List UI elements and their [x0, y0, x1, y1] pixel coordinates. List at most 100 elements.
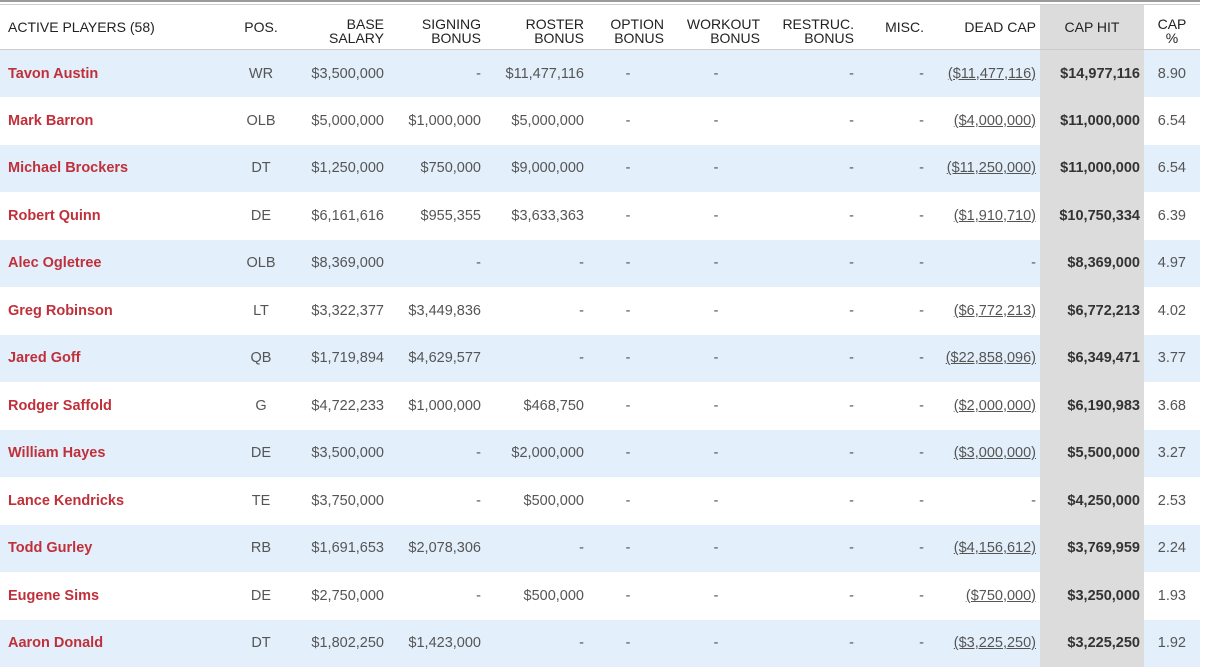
cap-pct-cell: 3.68	[1144, 382, 1200, 430]
base-salary-cell: $3,322,377	[290, 287, 388, 335]
position-cell: QB	[232, 335, 290, 383]
dead-cap-link[interactable]: ($3,000,000)	[954, 445, 1036, 461]
player-name-link[interactable]: Lance Kendricks	[8, 493, 124, 509]
player-name-link[interactable]: Tavon Austin	[8, 66, 98, 82]
signing-bonus-cell: $2,078,306	[388, 525, 485, 573]
dead-cap-link[interactable]: ($6,772,213)	[954, 303, 1036, 319]
dead-cap-link[interactable]: ($2,000,000)	[954, 398, 1036, 414]
dead-cap-link[interactable]: ($4,156,612)	[954, 540, 1036, 556]
option-bonus-cell: -	[588, 430, 668, 478]
position-cell: OLB	[232, 97, 290, 145]
workout-bonus-cell: -	[668, 572, 764, 620]
header-option-bonus[interactable]: OPTIONBONUS	[588, 5, 668, 50]
misc-cell: -	[858, 620, 928, 667]
base-salary-cell: $1,802,250	[290, 620, 388, 667]
dead-cap-link[interactable]: ($11,477,116)	[948, 66, 1036, 82]
player-name-link[interactable]: Todd Gurley	[8, 540, 92, 556]
signing-bonus-cell: $750,000	[388, 145, 485, 193]
position-cell: WR	[232, 50, 290, 98]
header-roster-bonus[interactable]: ROSTERBONUS	[485, 5, 588, 50]
position-cell: DT	[232, 145, 290, 193]
header-workout-bonus-line2: BONUS	[710, 30, 760, 46]
cap-pct-cell: 2.53	[1144, 477, 1200, 525]
roster-bonus-cell: -	[485, 335, 588, 383]
roster-bonus-cell: -	[485, 525, 588, 573]
cap-hit-cell: $3,250,000	[1040, 572, 1144, 620]
cap-hit-cell: $6,772,213	[1040, 287, 1144, 335]
cap-hit-cell: $3,225,250	[1040, 620, 1144, 667]
header-cap-hit[interactable]: CAP HIT	[1040, 5, 1144, 50]
misc-cell: -	[858, 572, 928, 620]
header-dead-cap[interactable]: DEAD CAP	[928, 5, 1040, 50]
dead-cap-cell: -	[928, 477, 1040, 525]
cap-hit-cell: $10,750,334	[1040, 192, 1144, 240]
header-pos[interactable]: POS.	[232, 5, 290, 50]
header-restruc-bonus[interactable]: RESTRUC.BONUS	[764, 5, 858, 50]
player-name-link[interactable]: Rodger Saffold	[8, 398, 112, 414]
position-cell: RB	[232, 525, 290, 573]
header-active-players[interactable]: ACTIVE PLAYERS (58)	[0, 5, 232, 50]
header-misc[interactable]: MISC.	[858, 5, 928, 50]
position-cell: DE	[232, 572, 290, 620]
workout-bonus-cell: -	[668, 192, 764, 240]
restruc-bonus-cell: -	[764, 525, 858, 573]
roster-bonus-cell: $500,000	[485, 572, 588, 620]
option-bonus-cell: -	[588, 572, 668, 620]
player-name-link[interactable]: Aaron Donald	[8, 635, 103, 651]
dead-cap-cell: ($6,772,213)	[928, 287, 1040, 335]
workout-bonus-cell: -	[668, 335, 764, 383]
player-name-link[interactable]: Jared Goff	[8, 350, 81, 366]
header-cap-pct[interactable]: CAP%	[1144, 5, 1200, 50]
workout-bonus-cell: -	[668, 145, 764, 193]
misc-cell: -	[858, 287, 928, 335]
restruc-bonus-cell: -	[764, 620, 858, 667]
table-row: William HayesDE$3,500,000-$2,000,000----…	[0, 430, 1200, 478]
dead-cap-link[interactable]: ($4,000,000)	[954, 113, 1036, 129]
dead-cap-link[interactable]: ($11,250,000)	[947, 160, 1036, 176]
salary-cap-table: ACTIVE PLAYERS (58) POS. BASESALARY SIGN…	[0, 5, 1200, 667]
player-name-link[interactable]: Michael Brockers	[8, 160, 128, 176]
player-name-link[interactable]: Greg Robinson	[8, 303, 113, 319]
misc-cell: -	[858, 525, 928, 573]
player-name: Rodger Saffold	[0, 382, 232, 430]
dead-cap-cell: ($750,000)	[928, 572, 1040, 620]
signing-bonus-cell: -	[388, 50, 485, 98]
dead-cap-cell: ($3,225,250)	[928, 620, 1040, 667]
player-name-link[interactable]: William Hayes	[8, 445, 105, 461]
table-row: Jared GoffQB$1,719,894$4,629,577-----($2…	[0, 335, 1200, 383]
dead-cap-link[interactable]: ($22,858,096)	[946, 350, 1036, 366]
header-workout-bonus[interactable]: WORKOUTBONUS	[668, 5, 764, 50]
roster-bonus-cell: $9,000,000	[485, 145, 588, 193]
cap-hit-cell: $6,190,983	[1040, 382, 1144, 430]
table-row: Robert QuinnDE$6,161,616$955,355$3,633,3…	[0, 192, 1200, 240]
header-base-salary[interactable]: BASESALARY	[290, 5, 388, 50]
dead-cap-link[interactable]: ($3,225,250)	[954, 635, 1036, 651]
header-signing-bonus[interactable]: SIGNINGBONUS	[388, 5, 485, 50]
cap-pct-cell: 1.92	[1144, 620, 1200, 667]
dead-cap-link[interactable]: ($1,910,710)	[954, 208, 1036, 224]
player-name-link[interactable]: Robert Quinn	[8, 208, 101, 224]
player-name: Alec Ogletree	[0, 240, 232, 288]
roster-bonus-cell: $3,633,363	[485, 192, 588, 240]
cap-pct-cell: 8.90	[1144, 50, 1200, 98]
cap-pct-cell: 6.54	[1144, 145, 1200, 193]
dead-cap-link[interactable]: ($750,000)	[966, 588, 1036, 604]
misc-cell: -	[858, 192, 928, 240]
workout-bonus-cell: -	[668, 287, 764, 335]
restruc-bonus-cell: -	[764, 335, 858, 383]
player-name-link[interactable]: Alec Ogletree	[8, 255, 102, 271]
player-name-link[interactable]: Eugene Sims	[8, 588, 99, 604]
header-signing-bonus-line2: BONUS	[431, 30, 481, 46]
position-cell: TE	[232, 477, 290, 525]
restruc-bonus-cell: -	[764, 145, 858, 193]
cap-pct-cell: 6.39	[1144, 192, 1200, 240]
base-salary-cell: $1,691,653	[290, 525, 388, 573]
workout-bonus-cell: -	[668, 240, 764, 288]
player-name-link[interactable]: Mark Barron	[8, 113, 93, 129]
restruc-bonus-cell: -	[764, 192, 858, 240]
option-bonus-cell: -	[588, 620, 668, 667]
base-salary-cell: $3,500,000	[290, 430, 388, 478]
roster-bonus-cell: -	[485, 620, 588, 667]
roster-bonus-cell: $11,477,116	[485, 50, 588, 98]
dead-cap-cell: ($3,000,000)	[928, 430, 1040, 478]
